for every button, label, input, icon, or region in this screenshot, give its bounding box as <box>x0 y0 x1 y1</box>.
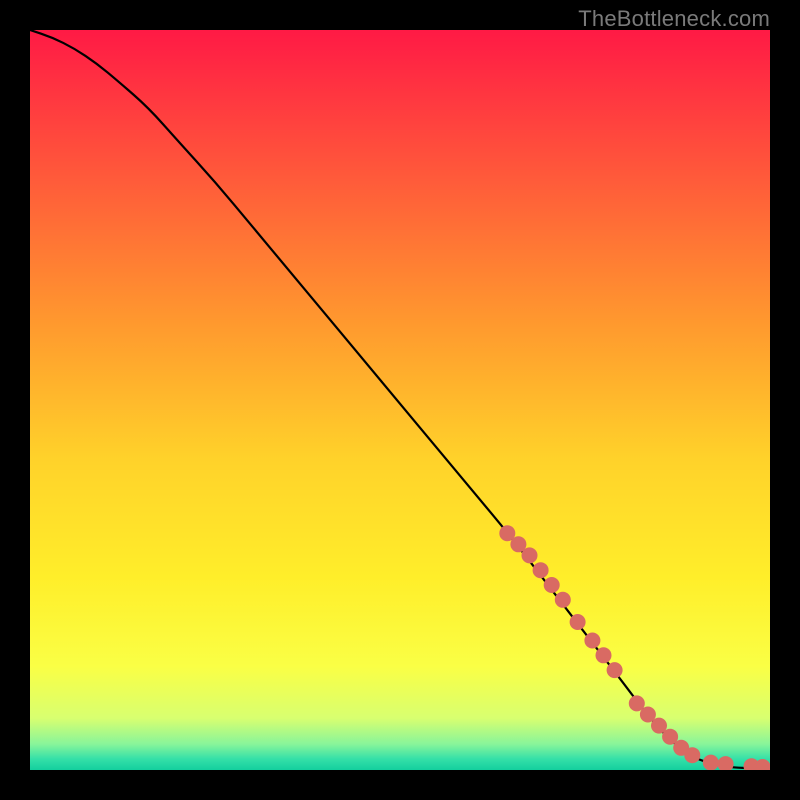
highlight-marker <box>607 662 623 678</box>
plot-area <box>30 30 770 770</box>
highlight-marker <box>555 592 571 608</box>
highlight-marker <box>596 647 612 663</box>
highlight-marker <box>584 633 600 649</box>
highlight-marker <box>544 577 560 593</box>
highlight-marker <box>533 562 549 578</box>
highlight-marker <box>684 747 700 763</box>
highlight-marker <box>718 756 734 770</box>
bottleneck-curve-line <box>30 30 770 769</box>
highlight-marker <box>570 614 586 630</box>
chart-stage: TheBottleneck.com <box>0 0 800 800</box>
chart-overlay <box>30 30 770 770</box>
highlight-marker <box>703 755 719 770</box>
highlight-marker <box>522 547 538 563</box>
watermark-text: TheBottleneck.com <box>578 6 770 32</box>
highlight-markers <box>499 525 770 770</box>
